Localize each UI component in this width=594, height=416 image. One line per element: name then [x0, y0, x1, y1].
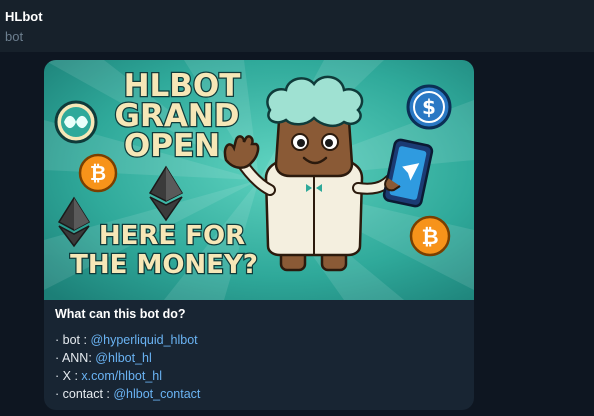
banner-tagline: HERE FOR THE MONEY? [69, 220, 259, 282]
dollar-coin-icon: $ [406, 84, 452, 130]
announcement-channel-link[interactable]: @hlbot_hl [95, 351, 151, 365]
info-label: · X : [55, 369, 82, 383]
svg-text:₿: ₿ [421, 225, 438, 249]
info-label: · contact : [55, 387, 114, 401]
chat-title[interactable]: HLbot [5, 9, 43, 24]
bot-description: What can this bot do? · bot : @hyperliqu… [55, 307, 465, 403]
info-line-contact: · contact : @hlbot_contact [55, 385, 465, 403]
bot-info-card: ₿ $ ₿ HLBOT GRAND OPEN HERE FOR THE MONE… [44, 60, 474, 410]
x-profile-link[interactable]: x.com/hlbot_hl [81, 369, 162, 383]
bot-banner-image: ₿ $ ₿ HLBOT GRAND OPEN HERE FOR THE MONE… [44, 60, 474, 300]
bitcoin-icon: ₿ [78, 153, 118, 193]
banner-tagline-line-1: HERE FOR [99, 221, 245, 251]
bot-username-link[interactable]: @hyperliquid_hlbot [90, 333, 197, 347]
banner-headline-line-3: OPEN [124, 128, 220, 164]
hyperliquid-logo-icon [54, 100, 98, 144]
info-line-bot: · bot : @hyperliquid_hlbot [55, 331, 465, 349]
banner-tagline-line-2: THE MONEY? [70, 250, 258, 280]
svg-text:₿: ₿ [90, 161, 106, 185]
bitcoin-icon: ₿ [409, 215, 451, 257]
info-line-ann: · ANN: @hlbot_hl [55, 349, 465, 367]
info-line-x: · X : x.com/hlbot_hl [55, 367, 465, 385]
info-label: · ANN: [55, 351, 96, 365]
info-label: · bot : [55, 333, 91, 347]
svg-text:$: $ [422, 95, 436, 119]
chat-subtitle: bot [5, 29, 24, 44]
card-title: What can this bot do? [55, 307, 186, 321]
contact-link[interactable]: @hlbot_contact [113, 387, 200, 401]
chat-header[interactable]: HLbot bot [0, 0, 594, 52]
